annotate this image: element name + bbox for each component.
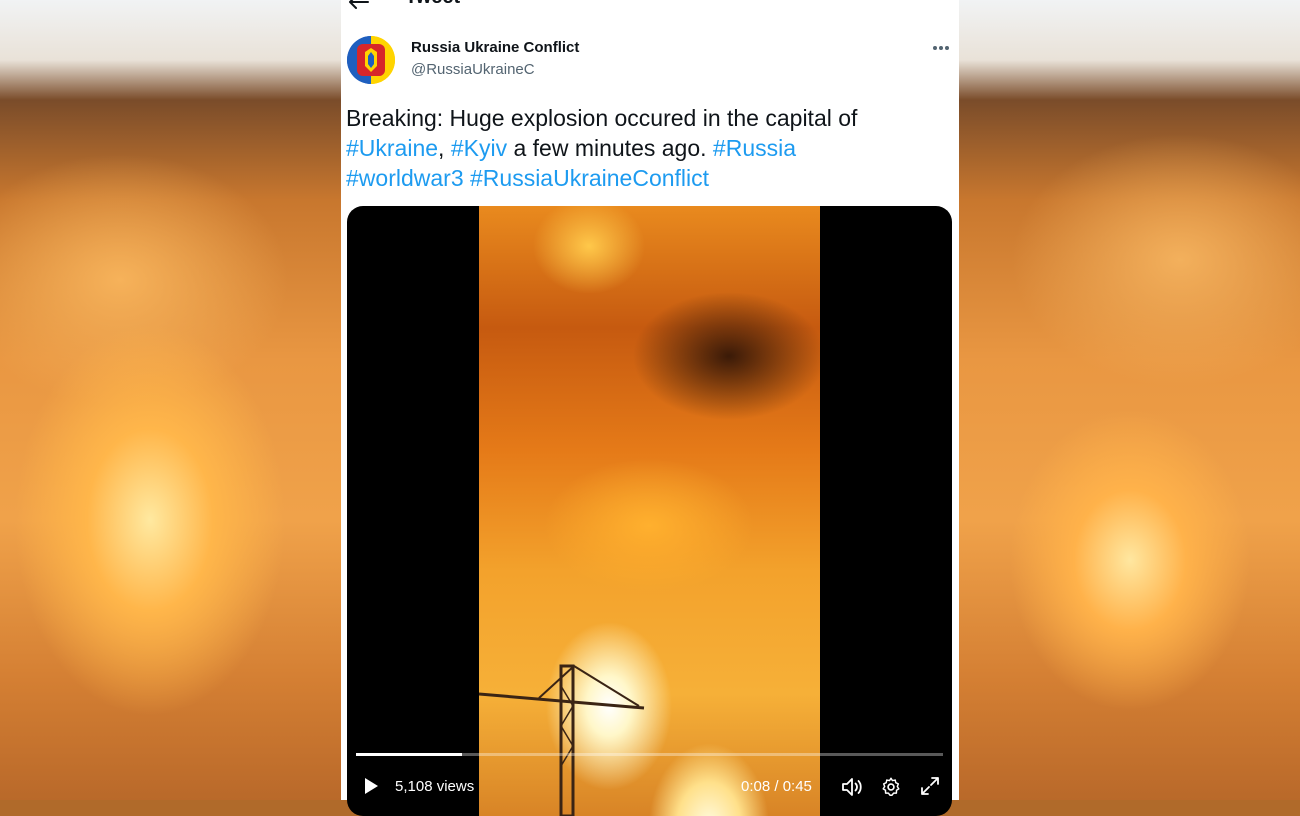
hashtag-kyiv[interactable]: #Kyiv [451, 135, 507, 161]
settings-gear-icon[interactable] [880, 776, 902, 798]
video-progress-bar[interactable] [356, 753, 943, 756]
video-player[interactable]: 5,108 views 0:08 / 0:45 [347, 206, 952, 816]
video-time: 0:08 / 0:45 [741, 778, 812, 795]
video-progress-fill [356, 753, 462, 756]
tweet-panel: Tweet Russia Ukraine Conflict @RussiaUkr… [341, 0, 959, 816]
hashtag-ukraine[interactable]: #Ukraine [346, 135, 438, 161]
page-title: Tweet [405, 0, 460, 9]
hashtag-russia[interactable]: #Russia [713, 135, 796, 161]
tweet-header: Tweet [341, 0, 959, 16]
play-icon[interactable] [363, 777, 379, 795]
fullscreen-icon[interactable] [919, 775, 941, 797]
flag-coat-of-arms-avatar [347, 36, 395, 84]
view-count: 5,108 views [395, 778, 475, 795]
tweet-text-separator: , [438, 135, 445, 161]
author-name[interactable]: Russia Ukraine Conflict [411, 39, 579, 56]
hashtag-worldwar3[interactable]: #worldwar3 [346, 165, 464, 191]
tweet-text-part: a few minutes ago. [513, 135, 707, 161]
more-options-icon[interactable] [931, 44, 951, 52]
avatar[interactable] [347, 36, 395, 84]
hashtag-russia-ukraine-conflict[interactable]: #RussiaUkraineConflict [470, 165, 709, 191]
arrow-left-icon[interactable] [347, 0, 369, 10]
tweet-text-part: Breaking: Huge explosion occured in the … [346, 105, 858, 131]
tweet-text: Breaking: Huge explosion occured in the … [346, 103, 951, 193]
volume-icon[interactable] [840, 775, 864, 799]
author-handle[interactable]: @RussiaUkraineC [411, 61, 535, 78]
